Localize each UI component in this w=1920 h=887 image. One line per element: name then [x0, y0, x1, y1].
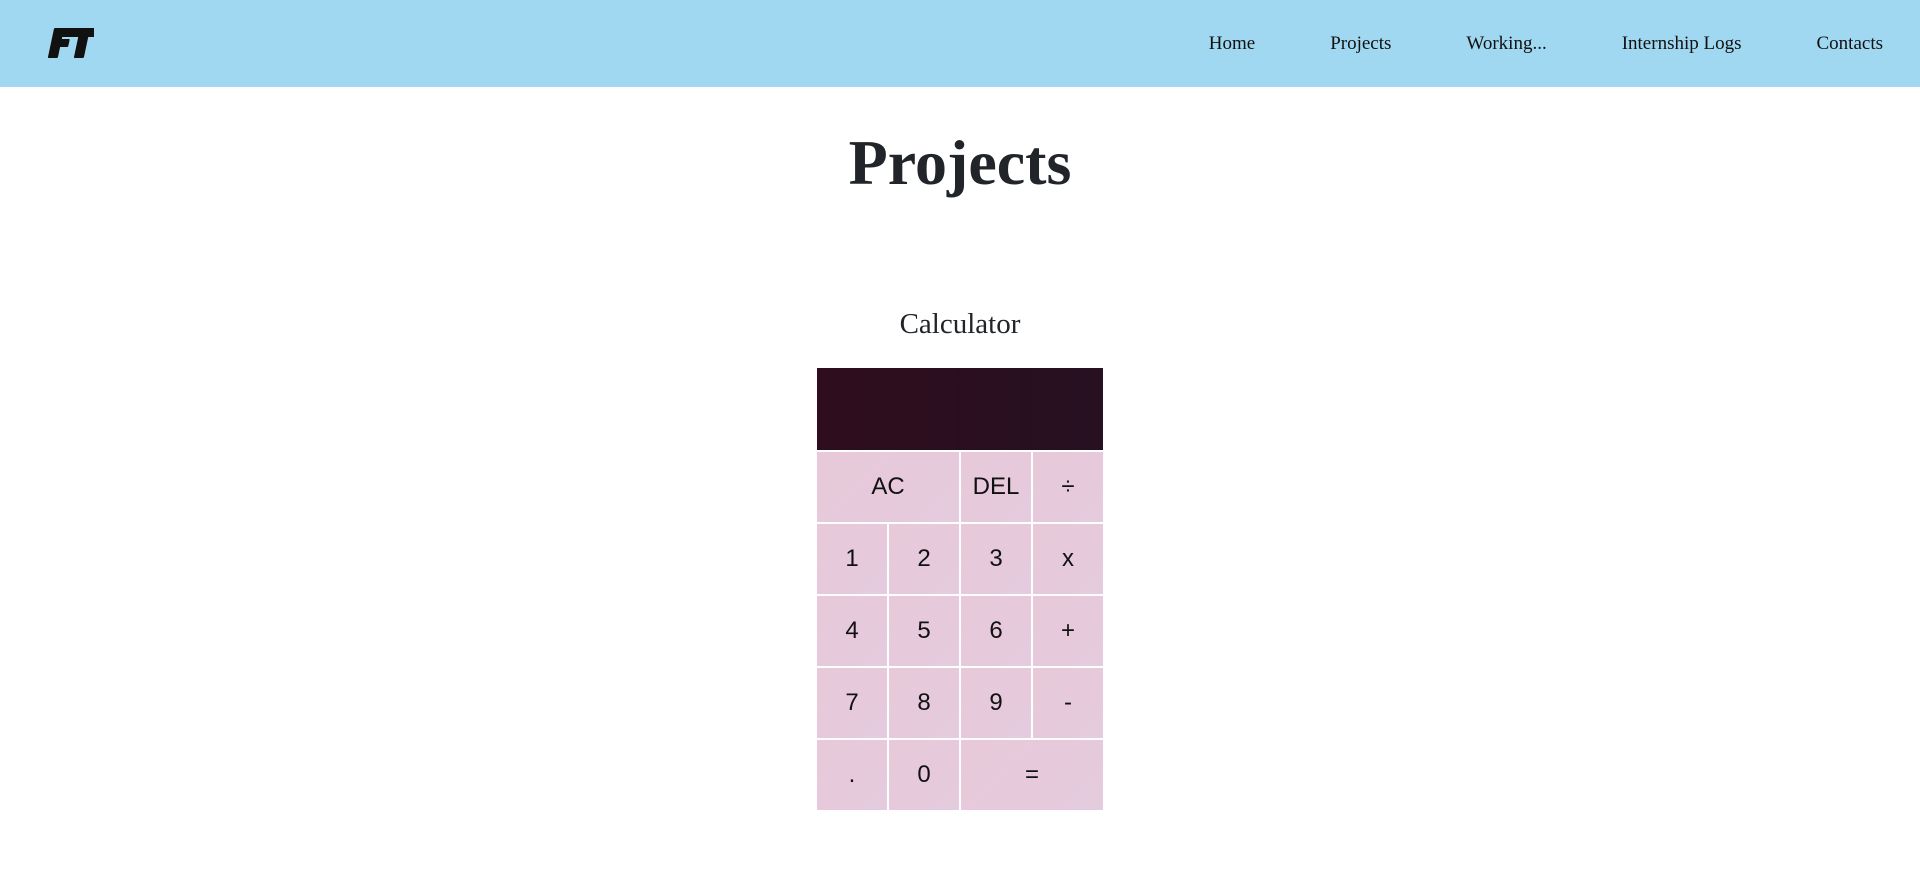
digit-3-button[interactable]: 3 [960, 523, 1032, 595]
digit-6-button[interactable]: 6 [960, 595, 1032, 667]
digit-8-button[interactable]: 8 [888, 667, 960, 739]
page-title: Projects [848, 127, 1072, 198]
nav-internship-logs-link[interactable]: Internship Logs [1622, 34, 1742, 53]
nav-home-link[interactable]: Home [1209, 34, 1255, 53]
digit-4-button[interactable]: 4 [816, 595, 888, 667]
clear-button[interactable]: AC [816, 451, 960, 523]
nav-projects-link[interactable]: Projects [1330, 34, 1391, 53]
digit-1-button[interactable]: 1 [816, 523, 888, 595]
decimal-button[interactable]: . [816, 739, 888, 811]
digit-9-button[interactable]: 9 [960, 667, 1032, 739]
divide-button[interactable]: ÷ [1032, 451, 1104, 523]
digit-2-button[interactable]: 2 [888, 523, 960, 595]
digit-7-button[interactable]: 7 [816, 667, 888, 739]
digit-5-button[interactable]: 5 [888, 595, 960, 667]
nav-working-link[interactable]: Working... [1466, 34, 1546, 53]
equals-button[interactable]: = [960, 739, 1104, 811]
calculator-display [816, 367, 1104, 451]
project-title: Calculator [899, 308, 1021, 340]
minus-button[interactable]: - [1032, 667, 1104, 739]
calculator: AC DEL ÷ 1 2 3 x 4 5 6 + 7 8 9 - . 0 = [816, 367, 1104, 811]
site-logo[interactable] [48, 24, 94, 62]
plus-button[interactable]: + [1032, 595, 1104, 667]
multiply-button[interactable]: x [1032, 523, 1104, 595]
nav-contacts-link[interactable]: Contacts [1817, 34, 1884, 53]
delete-button[interactable]: DEL [960, 451, 1032, 523]
main-nav: Home Projects Working... Internship Logs… [1209, 0, 1883, 87]
digit-0-button[interactable]: 0 [888, 739, 960, 811]
navbar: Home Projects Working... Internship Logs… [0, 0, 1920, 87]
